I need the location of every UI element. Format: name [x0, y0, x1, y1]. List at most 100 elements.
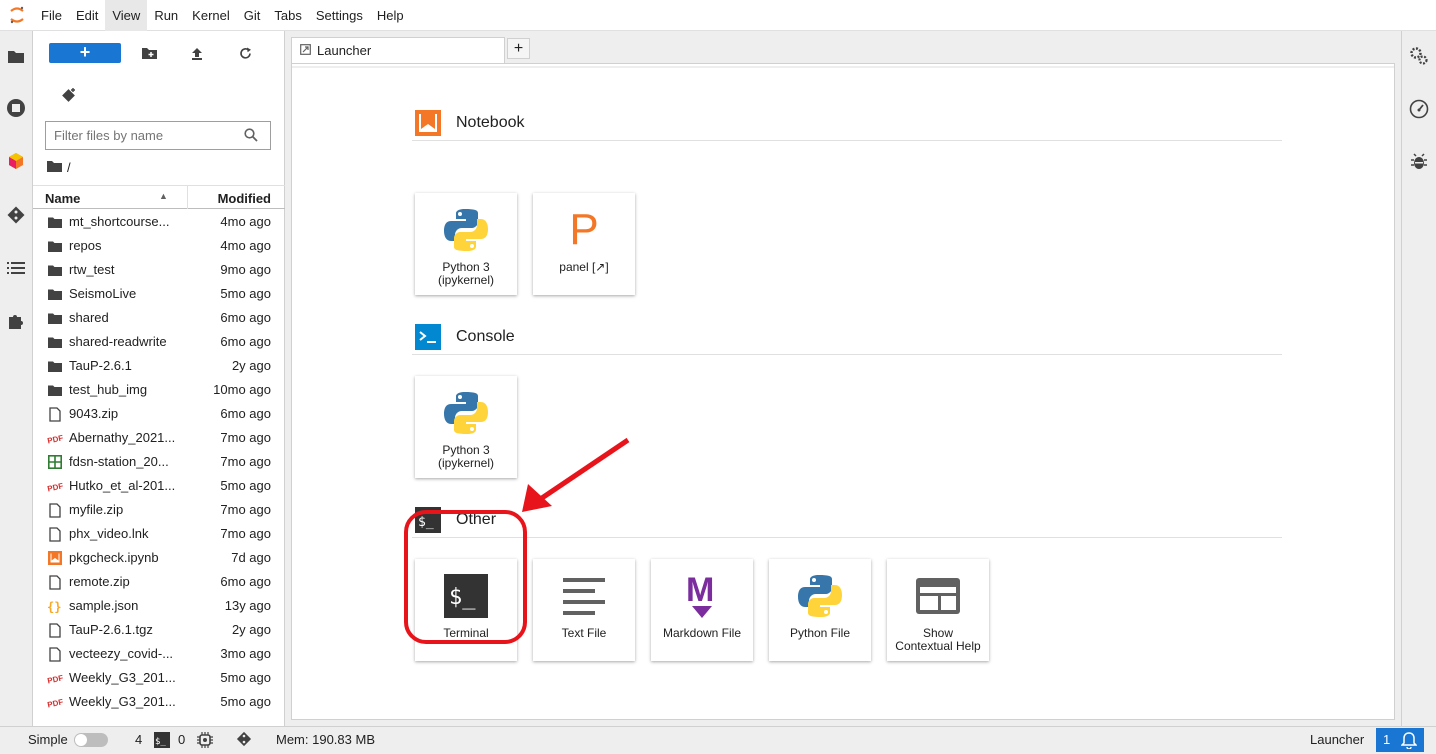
upload-icon[interactable]	[188, 44, 206, 62]
file-icon	[47, 502, 63, 518]
file-modified: 7mo ago	[220, 430, 271, 445]
breadcrumb: /	[47, 159, 71, 175]
filter-files-input[interactable]: Filter files by name	[45, 121, 271, 150]
running-sessions-icon[interactable]	[5, 97, 27, 119]
file-row[interactable]: vecteezy_covid-... 3mo ago	[33, 642, 285, 666]
file-name: TauP-2.6.1	[69, 358, 132, 373]
git-clone-icon[interactable]	[60, 86, 78, 104]
kernel-chip-icon[interactable]	[197, 732, 213, 751]
spreadsheet-icon	[47, 454, 63, 470]
file-row[interactable]: TauP-2.6.1 2y ago	[33, 354, 285, 378]
simple-mode-label: Simple	[28, 732, 68, 747]
tab-bar: Launcher +	[285, 31, 1401, 63]
resource-usage-gauge-icon[interactable]	[1408, 98, 1430, 120]
menu-run[interactable]: Run	[147, 0, 185, 31]
card-label: Python 3 (ipykernel)	[437, 443, 494, 470]
file-row[interactable]: shared 6mo ago	[33, 306, 285, 330]
notebook-panel-card[interactable]: P panel [↗]	[533, 193, 635, 295]
home-folder-icon[interactable]	[47, 160, 62, 175]
menu-view[interactable]: View	[105, 0, 148, 31]
simple-mode-toggle[interactable]	[74, 733, 108, 747]
property-inspector-gear-icon[interactable]	[1408, 45, 1430, 67]
table-of-contents-icon[interactable]	[5, 257, 27, 279]
menu-git[interactable]: Git	[237, 0, 268, 31]
file-modified: 3mo ago	[220, 646, 271, 661]
tab-launcher-label: Launcher	[317, 43, 372, 58]
menu-tabs[interactable]: Tabs	[267, 0, 308, 31]
new-launcher-button[interactable]: +	[49, 43, 121, 63]
file-name: vecteezy_covid-...	[69, 646, 174, 661]
add-tab-button[interactable]: +	[507, 38, 530, 59]
folder-icon	[47, 310, 63, 326]
notebook-python3-card[interactable]: Python 3 (ipykernel)	[415, 193, 517, 295]
markdown-icon: M	[677, 571, 727, 621]
file-row[interactable]: mt_shortcourse... 4mo ago	[33, 210, 285, 234]
file-modified: 5mo ago	[220, 694, 271, 709]
file-name: Weekly_G3_201...	[69, 694, 176, 709]
column-divider[interactable]	[187, 186, 188, 209]
console-python3-card[interactable]: Python 3 (ipykernel)	[415, 376, 517, 478]
debugger-bug-icon[interactable]	[1408, 151, 1430, 173]
file-row[interactable]: repos 4mo ago	[33, 234, 285, 258]
file-row[interactable]: 9043.zip 6mo ago	[33, 402, 285, 426]
file-row[interactable]: SeismoLive 5mo ago	[33, 282, 285, 306]
contextual-help-icon	[913, 571, 963, 621]
column-name-header[interactable]: Name	[45, 191, 80, 206]
terminals-count[interactable]: 4	[135, 732, 142, 747]
puzzle-extension-icon[interactable]	[5, 310, 27, 332]
file-row[interactable]: pkgcheck.ipynb 7d ago	[33, 546, 285, 570]
file-row[interactable]: fdsn-station_20... 7mo ago	[33, 450, 285, 474]
menu-edit[interactable]: Edit	[69, 0, 105, 31]
menu-settings[interactable]: Settings	[309, 0, 370, 31]
notifications-button[interactable]: 1	[1376, 728, 1424, 752]
menu-kernel[interactable]: Kernel	[185, 0, 237, 31]
menu-bar: File Edit View Run Kernel Git Tabs Setti…	[0, 0, 1436, 31]
kernels-count[interactable]: 0	[178, 732, 185, 747]
refresh-icon[interactable]	[236, 44, 254, 62]
tab-launcher[interactable]: Launcher	[291, 37, 505, 63]
column-modified-header[interactable]: Modified	[218, 191, 271, 206]
file-row[interactable]: myfile.zip 7mo ago	[33, 498, 285, 522]
markdown-file-card[interactable]: M Markdown File	[651, 559, 753, 661]
contextual-help-card[interactable]: Show Contextual Help	[887, 559, 989, 661]
file-row[interactable]: PDF Hutko_et_al-201... 5mo ago	[33, 474, 285, 498]
new-folder-icon[interactable]	[140, 44, 158, 62]
filter-placeholder: Filter files by name	[54, 128, 164, 143]
python-file-card[interactable]: Python File	[769, 559, 871, 661]
file-icon	[47, 622, 63, 638]
file-row[interactable]: PDF Weekly_G3_201... 5mo ago	[33, 690, 285, 714]
file-row[interactable]: shared-readwrite 6mo ago	[33, 330, 285, 354]
file-name: Abernathy_2021...	[69, 430, 176, 445]
file-name: shared-readwrite	[69, 334, 167, 349]
file-row[interactable]: TauP-2.6.1.tgz 2y ago	[33, 618, 285, 642]
file-name: test_hub_img	[69, 382, 148, 397]
file-row[interactable]: test_hub_img 10mo ago	[33, 378, 285, 402]
terminal-status-icon[interactable]: $_	[154, 732, 170, 751]
extension-cube-icon[interactable]	[5, 150, 27, 172]
python-logo-icon	[795, 571, 845, 621]
card-label: panel [↗]	[559, 260, 609, 274]
git-status-icon[interactable]	[236, 731, 252, 750]
file-icon	[47, 574, 63, 590]
file-row[interactable]: phx_video.lnk 7mo ago	[33, 522, 285, 546]
file-row[interactable]: {} sample.json 13y ago	[33, 594, 285, 618]
menu-file[interactable]: File	[34, 0, 69, 31]
file-row[interactable]: remote.zip 6mo ago	[33, 570, 285, 594]
file-modified: 6mo ago	[220, 406, 271, 421]
file-name: Hutko_et_al-201...	[69, 478, 176, 493]
menu-help[interactable]: Help	[370, 0, 411, 31]
text-file-card[interactable]: Text File	[533, 559, 635, 661]
folder-icon[interactable]	[5, 45, 27, 67]
file-row[interactable]: PDF Weekly_G3_201... 5mo ago	[33, 666, 285, 690]
sort-ascending-icon: ▲	[159, 191, 168, 201]
file-modified: 2y ago	[231, 358, 271, 373]
git-icon[interactable]	[5, 204, 27, 226]
file-name: Weekly_G3_201...	[69, 670, 176, 685]
file-row[interactable]: PDF Abernathy_2021... 7mo ago	[33, 426, 285, 450]
breadcrumb-root[interactable]: /	[67, 160, 71, 175]
file-row[interactable]: rtw_test 9mo ago	[33, 258, 285, 282]
card-label: Text File	[561, 626, 607, 640]
text-file-icon	[559, 571, 609, 621]
pdf-icon: PDF	[47, 670, 63, 686]
file-modified: 2y ago	[231, 622, 271, 637]
